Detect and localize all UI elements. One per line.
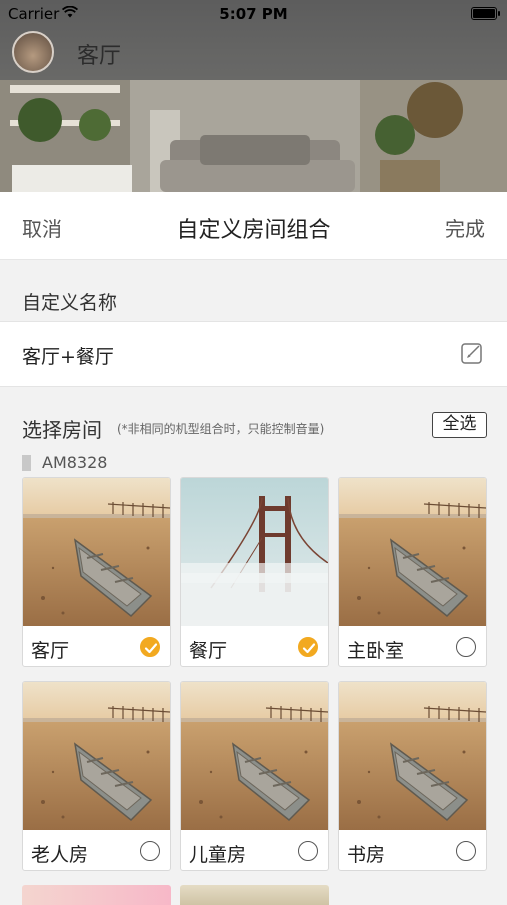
- room-name: 老人房: [31, 844, 89, 866]
- unchecked-circle-icon[interactable]: [456, 841, 476, 861]
- select-hint: (*非相同的机型组合时，只能控制音量): [117, 422, 325, 436]
- room-card[interactable]: 餐厅: [180, 477, 329, 667]
- select-section-label: 选择房间: [22, 418, 102, 442]
- checked-circle-icon[interactable]: [298, 637, 318, 657]
- room-photo: [23, 682, 170, 830]
- status-bar: Carrier 5:07 PM: [0, 0, 507, 28]
- room-photo: [181, 478, 328, 626]
- room-title: 客厅: [77, 44, 122, 69]
- room-name: 主卧室: [347, 640, 405, 662]
- room-card[interactable]: 老人房: [22, 681, 171, 871]
- model-name: AM8328: [42, 453, 108, 472]
- room-photo: [339, 682, 486, 830]
- unchecked-circle-icon[interactable]: [456, 637, 476, 657]
- unchecked-circle-icon[interactable]: [140, 841, 160, 861]
- status-time: 5:07 PM: [219, 5, 288, 23]
- room-card[interactable]: 客厅: [22, 477, 171, 667]
- group-name-value: 客厅+餐厅: [22, 346, 114, 368]
- edit-icon[interactable]: [461, 342, 483, 364]
- room-card[interactable]: 主卧室: [338, 477, 487, 667]
- room-name: 客厅: [31, 640, 70, 662]
- room-card-peek[interactable]: [180, 885, 329, 905]
- sheet-navbar: 取消 自定义房间组合 完成: [0, 192, 507, 260]
- room-name: 儿童房: [189, 844, 247, 866]
- select-rooms-header: 选择房间 (*非相同的机型组合时，只能控制音量): [0, 414, 507, 444]
- room-name: 餐厅: [189, 640, 228, 662]
- room-photo: [339, 478, 486, 626]
- name-section-label: 自定义名称: [22, 292, 118, 314]
- battery-icon: [471, 7, 500, 20]
- living-room-photo: [0, 80, 507, 192]
- background-room-view: 客厅: [0, 0, 507, 192]
- room-name: 书房: [347, 844, 386, 866]
- room-avatar[interactable]: [12, 31, 54, 73]
- room-card[interactable]: 书房: [338, 681, 487, 871]
- custom-room-group-sheet: 取消 自定义房间组合 完成 自定义名称 客厅+餐厅 选择房间 (*非相同的机型组…: [0, 192, 507, 905]
- room-card-peek[interactable]: [22, 885, 171, 905]
- model-marker: [22, 455, 31, 471]
- checked-circle-icon[interactable]: [140, 637, 160, 657]
- room-photo: [181, 682, 328, 830]
- room-photo: [23, 478, 170, 626]
- sheet-title: 自定义房间组合: [176, 218, 331, 243]
- group-name-field[interactable]: 客厅+餐厅: [0, 321, 507, 387]
- done-button[interactable]: 完成: [445, 213, 485, 242]
- select-all-button[interactable]: 全选: [432, 412, 487, 438]
- unchecked-circle-icon[interactable]: [298, 841, 318, 861]
- room-card[interactable]: 儿童房: [180, 681, 329, 871]
